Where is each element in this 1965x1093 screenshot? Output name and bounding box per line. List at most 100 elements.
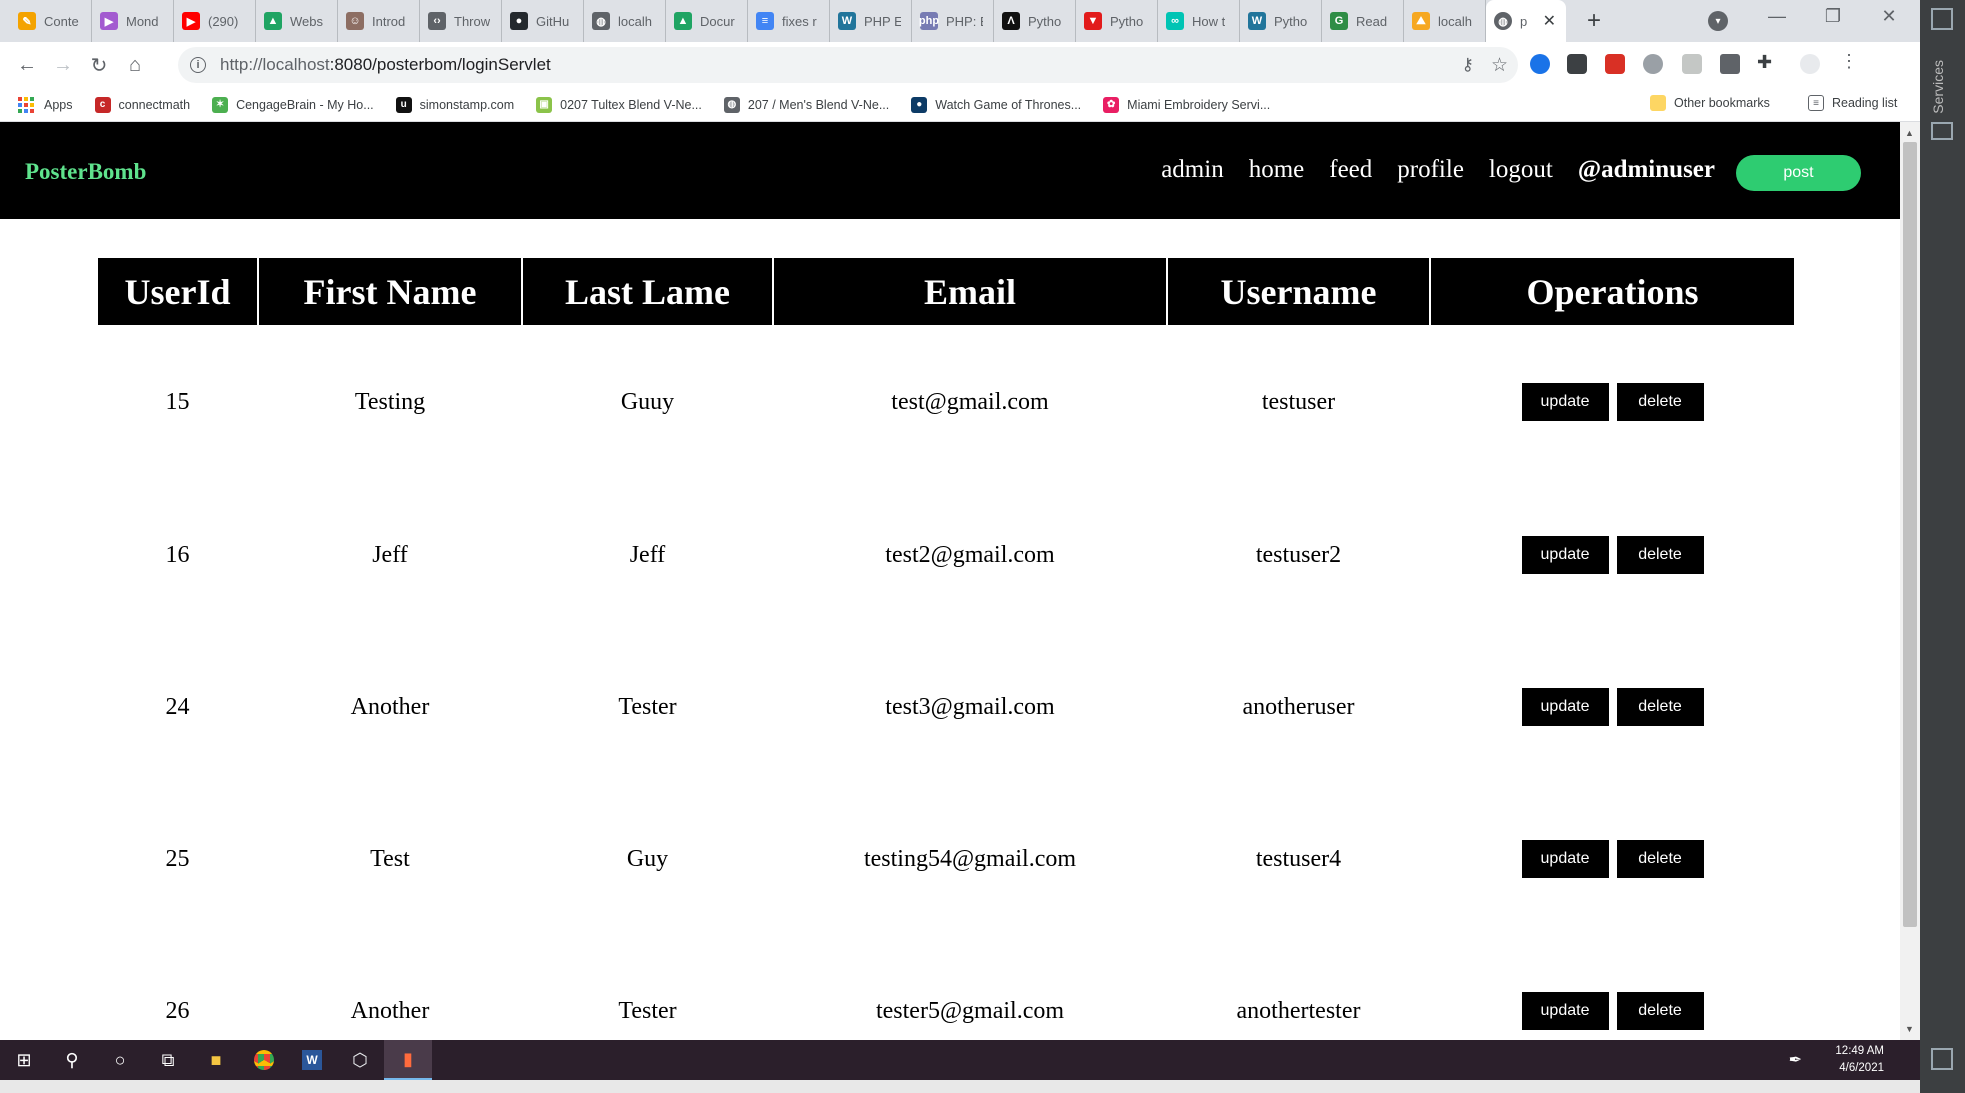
restore-icon[interactable]: ❐: [1818, 6, 1848, 27]
bookmark-item[interactable]: ◍ 207 / Men's Blend V-Ne...: [723, 96, 889, 113]
extension-icon-3[interactable]: [1605, 54, 1625, 74]
browser-tab[interactable]: ◍ localh: [584, 0, 666, 42]
task-view-icon[interactable]: ⧉: [144, 1040, 192, 1080]
menu-kebab-icon[interactable]: ⋮: [1840, 51, 1860, 71]
close-window-icon[interactable]: ✕: [1874, 6, 1904, 27]
browser-tab[interactable]: ☺ Introd: [338, 0, 420, 42]
intellij-icon[interactable]: ▮: [384, 1040, 432, 1080]
bookmark-item[interactable]: ● Watch Game of Thrones...: [911, 96, 1081, 113]
reload-icon[interactable]: ↻: [84, 53, 114, 78]
tab-title: Webs: [290, 13, 323, 29]
tab-search-icon[interactable]: ▾: [1708, 11, 1728, 31]
browser-tab[interactable]: ∞ How t: [1158, 0, 1240, 42]
profile-avatar[interactable]: [1800, 54, 1820, 74]
delete-button[interactable]: delete: [1616, 688, 1704, 726]
scrollbar-thumb[interactable]: [1903, 142, 1917, 927]
ide-services-icon[interactable]: [1931, 122, 1953, 140]
nav-home[interactable]: home: [1249, 156, 1305, 184]
tab-favicon-icon: ▶: [100, 12, 118, 30]
browser-tab[interactable]: Λ Pytho: [994, 0, 1076, 42]
bookmark-favicon-icon: c: [94, 96, 111, 113]
update-button[interactable]: update: [1521, 383, 1609, 421]
browser-tab[interactable]: ‹› Throw: [420, 0, 502, 42]
apps-bookmark[interactable]: Apps: [18, 96, 73, 113]
page-scrollbar[interactable]: ▲ ▼: [1900, 122, 1920, 1040]
services-tool-tab[interactable]: Services: [1930, 60, 1946, 114]
delete-button[interactable]: delete: [1616, 383, 1704, 421]
delete-button[interactable]: delete: [1616, 992, 1704, 1030]
browser-tab[interactable]: ▲ Docur: [666, 0, 748, 42]
back-icon[interactable]: ←: [12, 54, 42, 77]
browser-tab[interactable]: W PHP E: [830, 0, 912, 42]
active-browser-tab[interactable]: ◍ p ✕: [1486, 0, 1566, 42]
taskbar-search-icon[interactable]: ⚲: [48, 1040, 96, 1080]
site-info-icon[interactable]: i: [190, 57, 206, 73]
nav-admin[interactable]: admin: [1161, 156, 1224, 184]
extension-icon-2[interactable]: [1567, 54, 1587, 74]
reading-list[interactable]: ≡ Reading list: [1808, 95, 1897, 111]
cell-last-name: Jeff: [629, 541, 666, 568]
extensions-puzzle-icon[interactable]: ✚: [1757, 52, 1777, 72]
nav-feed[interactable]: feed: [1329, 156, 1372, 184]
bookmark-item[interactable]: c connectmath: [94, 96, 190, 113]
delete-button[interactable]: delete: [1616, 536, 1704, 574]
bookmark-star-icon[interactable]: ☆: [1491, 54, 1508, 77]
browser-tab[interactable]: ✎ Conte: [10, 0, 92, 42]
extension-icon-4[interactable]: [1643, 54, 1663, 74]
delete-button[interactable]: delete: [1616, 840, 1704, 878]
browser-tab[interactable]: G Read: [1322, 0, 1404, 42]
scroll-up-icon[interactable]: ▲: [1905, 128, 1914, 138]
address-bar[interactable]: i http://localhost:8080/posterbom/loginS…: [178, 47, 1518, 83]
site-brand-link[interactable]: PosterBomb: [25, 159, 146, 185]
browser-tab[interactable]: ▶ (290): [174, 0, 256, 42]
browser-tab[interactable]: W Pytho: [1240, 0, 1322, 42]
ide-windows-icon[interactable]: [1931, 1048, 1953, 1070]
browser-tab[interactable]: ≡ fixes r: [748, 0, 830, 42]
browser-tab[interactable]: ● GitHu: [502, 0, 584, 42]
bookmark-label: Other bookmarks: [1674, 96, 1770, 110]
tab-favicon-icon: ⛰: [1412, 12, 1430, 30]
chrome-icon[interactable]: [240, 1040, 288, 1080]
ide-panel-icon[interactable]: [1931, 8, 1953, 30]
browser-tab[interactable]: ▲ Webs: [256, 0, 338, 42]
tab-close-icon[interactable]: ✕: [1543, 11, 1556, 31]
browser-tab[interactable]: ▼ Pytho: [1076, 0, 1158, 42]
cell-operations: update delete: [1431, 479, 1794, 631]
other-bookmarks[interactable]: Other bookmarks: [1650, 95, 1770, 111]
new-tab-icon[interactable]: +: [1580, 7, 1608, 35]
update-button[interactable]: update: [1521, 840, 1609, 878]
update-button[interactable]: update: [1521, 536, 1609, 574]
bookmark-item[interactable]: ▣ 0207 Tultex Blend V-Ne...: [536, 96, 702, 113]
browser-tab[interactable]: php PHP: E: [912, 0, 994, 42]
tab-favicon-icon: ▶: [182, 12, 200, 30]
minimize-icon[interactable]: —: [1762, 6, 1792, 27]
virtualbox-icon[interactable]: ⬡: [336, 1040, 384, 1080]
password-key-icon[interactable]: ⚷: [1462, 55, 1474, 75]
windows-start-icon[interactable]: ⊞: [0, 1040, 48, 1080]
scroll-down-icon[interactable]: ▼: [1905, 1024, 1914, 1034]
nav-logout[interactable]: logout: [1489, 156, 1553, 184]
update-button[interactable]: update: [1521, 992, 1609, 1030]
bookmark-item[interactable]: ✶ CengageBrain - My Ho...: [212, 96, 374, 113]
apps-grid-icon: [18, 96, 34, 113]
forward-icon[interactable]: →: [48, 54, 78, 77]
taskbar-clock[interactable]: 12:49 AM 4/6/2021: [1835, 1043, 1884, 1077]
cortana-icon[interactable]: ○: [96, 1040, 144, 1080]
clock-date: 4/6/2021: [1839, 1062, 1884, 1074]
url-text[interactable]: http://localhost:8080/posterbom/loginSer…: [220, 55, 551, 75]
home-icon[interactable]: ⌂: [120, 54, 150, 77]
extension-icon-1[interactable]: [1530, 54, 1550, 74]
file-explorer-icon[interactable]: ■: [192, 1040, 240, 1080]
pen-icon[interactable]: ✒: [1789, 1050, 1802, 1070]
bookmark-item[interactable]: u simonstamp.com: [395, 96, 514, 113]
nav-profile[interactable]: profile: [1397, 156, 1464, 184]
post-button[interactable]: post: [1736, 155, 1861, 191]
update-button[interactable]: update: [1521, 688, 1609, 726]
extension-icon-5[interactable]: [1682, 54, 1702, 74]
bookmark-item[interactable]: ✿ Miami Embroidery Servi...: [1103, 96, 1270, 113]
nav-user-handle[interactable]: @adminuser: [1578, 156, 1715, 184]
word-icon[interactable]: W: [288, 1040, 336, 1080]
extension-icon-6[interactable]: [1720, 54, 1740, 74]
browser-tab[interactable]: ▶ Mond: [92, 0, 174, 42]
browser-tab[interactable]: ⛰ localh: [1404, 0, 1486, 42]
